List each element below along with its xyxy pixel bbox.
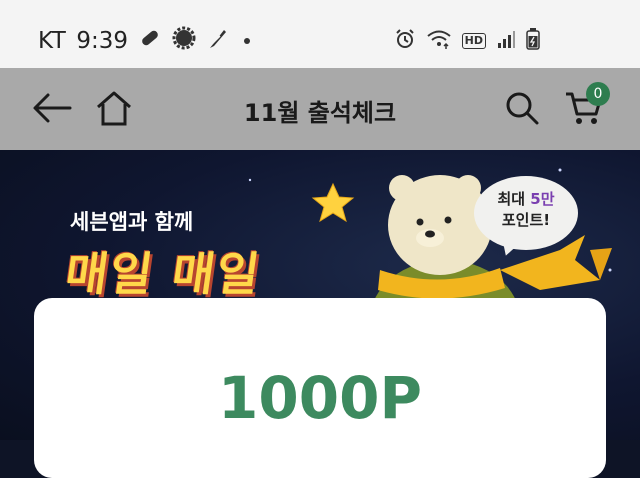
star-icon	[311, 182, 355, 223]
banner-headline: 매일 매일	[61, 247, 265, 301]
feather-icon	[206, 26, 228, 56]
pill-icon	[138, 26, 162, 56]
cart-count-badge: 0	[586, 82, 610, 106]
app-bar: 11월 출석체크 0	[0, 68, 640, 150]
status-right: HD	[394, 28, 540, 54]
bubble-line-2: 포인트!	[501, 211, 551, 229]
bubble-prefix: 최대	[497, 190, 531, 208]
status-left: KT 9:39	[38, 26, 251, 56]
dot-icon	[244, 38, 251, 44]
hd-icon: HD	[461, 33, 486, 49]
bubble-accent: 5만	[530, 190, 555, 208]
bubble-line-1: 최대 5만	[474, 188, 578, 209]
carrier-label: KT	[38, 28, 67, 54]
search-button[interactable]	[500, 88, 544, 132]
signal-icon	[496, 29, 516, 53]
page-title: 11월 출석체크	[243, 99, 397, 127]
wifi-icon	[426, 28, 452, 54]
search-icon	[504, 90, 540, 130]
banner-subtitle: 세븐앱과 함께	[70, 210, 194, 234]
speech-bubble: 최대 5만 포인트!	[474, 176, 578, 250]
alarm-icon	[394, 28, 416, 54]
gear-badge-icon	[172, 26, 196, 56]
status-bar: KT 9:39 HD	[0, 0, 640, 68]
cart-button[interactable]: 0	[562, 82, 610, 132]
reward-card: 1000P	[34, 298, 606, 478]
clock: 9:39	[76, 28, 129, 54]
battery-charging-icon	[526, 28, 540, 54]
reward-points: 1000P	[218, 364, 422, 432]
